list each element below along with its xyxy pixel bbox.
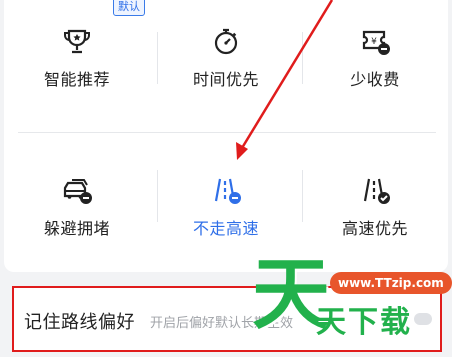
car-traffic-icon bbox=[63, 179, 92, 204]
watermark-url: www.TTzip.com bbox=[330, 272, 452, 294]
route-preference-card: 智能推荐 默认 时间优先 ¥ 少收费 躲避拥堵 不走高速 高速优先 bbox=[4, 0, 448, 272]
option-avoid-congestion[interactable]: 躲避拥堵 bbox=[4, 173, 150, 293]
option-time-first[interactable]: 时间优先 bbox=[153, 24, 299, 144]
default-badge: 默认 bbox=[113, 0, 145, 16]
no-highway-icon bbox=[214, 178, 241, 204]
option-label: 不走高速 bbox=[192, 219, 259, 238]
option-label: 时间优先 bbox=[192, 70, 259, 89]
watermark-text: 天下载 bbox=[316, 305, 412, 340]
svg-text:¥: ¥ bbox=[371, 37, 377, 47]
stopwatch-icon bbox=[214, 28, 238, 55]
option-less-toll[interactable]: ¥ 少收费 bbox=[302, 24, 448, 144]
toll-ticket-icon: ¥ bbox=[362, 30, 390, 55]
remember-route-toggle[interactable] bbox=[414, 313, 432, 325]
option-smart-recommend[interactable]: 智能推荐 bbox=[4, 24, 150, 144]
trophy-icon bbox=[64, 29, 90, 54]
highway-check-icon bbox=[363, 178, 390, 204]
row-divider bbox=[18, 132, 436, 133]
option-label: 躲避拥堵 bbox=[43, 219, 110, 238]
option-label: 少收费 bbox=[350, 70, 400, 89]
option-label: 高速优先 bbox=[341, 219, 408, 238]
remember-route-title: 记住路线偏好 bbox=[24, 312, 135, 333]
option-label: 智能推荐 bbox=[43, 70, 110, 89]
